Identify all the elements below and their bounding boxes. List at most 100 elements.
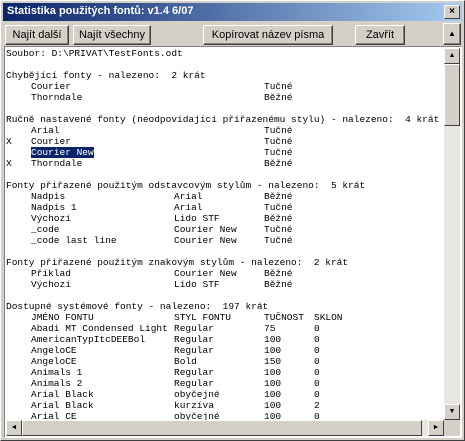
report-cell: Dostupné systémové fonty - nalezeno: 197… xyxy=(6,301,269,312)
report-line[interactable]: AmericanTypItcDEEBol Regular 100 0 xyxy=(6,334,444,345)
report-cell: 100 xyxy=(264,389,282,400)
report-line[interactable]: AngeloCE Regular 100 0 xyxy=(6,345,444,356)
report-line[interactable]: _code Courier New Tučné xyxy=(6,224,444,235)
report-cell: Abadi MT Condensed Light xyxy=(31,323,168,334)
window-close-button[interactable]: × xyxy=(444,5,460,19)
report-line[interactable]: Ručně nastavené fonty (neodpovídající př… xyxy=(6,114,444,125)
report-line[interactable] xyxy=(6,290,444,301)
report-line[interactable]: Fonty přiřazené použitým znakovým stylům… xyxy=(6,257,444,268)
font-statistics-window: Statistika použitých fontů: v1.4 6/07 × … xyxy=(0,0,465,441)
report-content: Soubor: D:\PRIVAT\TestFonts.odt Chybějící… xyxy=(6,48,444,420)
report-cell: X xyxy=(6,158,12,169)
report-cell: Thorndale xyxy=(31,158,83,169)
report-cell: Arial Black xyxy=(31,389,94,400)
report-cell: Fonty přiřazené použitým znakovým stylům… xyxy=(6,257,349,268)
report-line[interactable]: Dostupné systémové fonty - nalezeno: 197… xyxy=(6,301,444,312)
report-cell: Běžné xyxy=(264,213,293,224)
report-cell: Regular xyxy=(174,378,214,389)
report-line[interactable]: Příklad Courier New Běžné xyxy=(6,268,444,279)
horizontal-scroll-thumb[interactable] xyxy=(22,420,422,436)
report-cell: Courier xyxy=(31,136,71,147)
report-cell: Tučné xyxy=(264,224,293,235)
report-line[interactable]: Animals 2 Regular 100 0 xyxy=(6,378,444,389)
report-cell: 100 xyxy=(264,378,282,389)
report-line[interactable]: Chybějící fonty - nalezeno: 2 krát xyxy=(6,70,444,81)
close-button[interactable]: Zavřít xyxy=(355,25,405,45)
report-cell: Animals 1 xyxy=(31,367,83,378)
report-cell: 100 xyxy=(264,411,282,420)
report-cell: 0 xyxy=(314,411,320,420)
horizontal-scrollbar[interactable]: ◄ ► xyxy=(6,420,444,436)
scroll-left-icon[interactable]: ◄ xyxy=(6,420,22,436)
report-cell: Regular xyxy=(174,334,214,345)
report-cell: Soubor: D:\PRIVAT\TestFonts.odt xyxy=(6,48,183,59)
scroll-down-icon[interactable]: ▼ xyxy=(444,404,460,420)
report-line[interactable]: Arial Black kurzíva 100 2 xyxy=(6,400,444,411)
report-cell: JMÉNO FONTU xyxy=(31,312,94,323)
find-all-button[interactable]: Najít všechny xyxy=(73,25,151,45)
report-cell: Animals 2 xyxy=(31,378,83,389)
report-line[interactable]: Thorndale Běžné xyxy=(6,92,444,103)
report-line[interactable]: Courier Tučné xyxy=(6,81,444,92)
report-cell: kurzíva xyxy=(174,400,214,411)
report-line[interactable]: Arial CE obyčejné 100 0 xyxy=(6,411,444,420)
report-cell: Výchozí xyxy=(31,279,71,290)
report-line[interactable]: Arial Tučné xyxy=(6,125,444,136)
report-cell: AngeloCE xyxy=(31,345,77,356)
report-line[interactable]: _code last line Courier New Tučné xyxy=(6,235,444,246)
find-next-button[interactable]: Najít další xyxy=(5,25,69,45)
report-cell: 0 xyxy=(314,323,320,334)
report-cell: 150 xyxy=(264,356,282,367)
report-cell: STYL FONTU xyxy=(174,312,232,323)
report-line[interactable]: Fonty přiřazené použitým odstavcovým sty… xyxy=(6,180,444,191)
copy-font-name-button[interactable]: Kopírovat název písma xyxy=(203,25,333,45)
report-line[interactable]: Výchozí Lido STF Běžné xyxy=(6,279,444,290)
report-line[interactable] xyxy=(6,103,444,114)
report-cell: Arial xyxy=(174,202,203,213)
report-line[interactable]: AngeloCE Bold 150 0 xyxy=(6,356,444,367)
vertical-scroll-thumb[interactable] xyxy=(444,64,460,126)
report-cell: Běžné xyxy=(264,191,293,202)
report-cell: 100 xyxy=(264,345,282,356)
report-cell: Chybějící fonty - nalezeno: 2 krát xyxy=(6,70,206,81)
report-line[interactable]: Výchozí Lido STF Běžné xyxy=(6,213,444,224)
report-cell: Thorndale xyxy=(31,92,83,103)
vertical-scrollbar[interactable]: ▲ ▼ xyxy=(444,48,460,420)
report-line[interactable]: Animals 1 Regular 100 0 xyxy=(6,367,444,378)
scrollbar-corner xyxy=(444,420,460,436)
scroll-right-icon[interactable]: ► xyxy=(428,420,444,436)
report-line[interactable] xyxy=(6,169,444,180)
report-line[interactable]: Arial Black obyčejné 100 0 xyxy=(6,389,444,400)
report-line-selected[interactable]: Courier New Tučné xyxy=(6,147,444,158)
report-cell: TUČNOST xyxy=(264,312,304,323)
report-cell: Tučné xyxy=(264,235,293,246)
report-cell: X xyxy=(6,136,12,147)
report-cell: Běžné xyxy=(264,279,293,290)
report-line[interactable]: Nadpis 1 Arial Tučné xyxy=(6,202,444,213)
report-cell: Tučné xyxy=(264,125,293,136)
report-line[interactable]: JMÉNO FONTU STYL FONTU TUČNOST SKLON xyxy=(6,312,444,323)
title-bar[interactable]: Statistika použitých fontů: v1.4 6/07 × xyxy=(3,3,462,21)
report-cell: Lido STF xyxy=(174,213,220,224)
report-cell: Příklad xyxy=(31,268,71,279)
report-line[interactable] xyxy=(6,246,444,257)
report-line[interactable]: X Courier Tučné xyxy=(6,136,444,147)
report-cell: Lido STF xyxy=(174,279,220,290)
report-cell: Regular xyxy=(174,323,214,334)
report-cell: Bold xyxy=(174,356,197,367)
report-cell: Nadpis 1 xyxy=(31,202,77,213)
report-cell: Arial CE xyxy=(31,411,77,420)
report-line[interactable]: Soubor: D:\PRIVAT\TestFonts.odt xyxy=(6,48,444,59)
report-listbox[interactable]: Soubor: D:\PRIVAT\TestFonts.odt Chybějící… xyxy=(4,46,462,438)
report-cell: Arial xyxy=(31,125,60,136)
window-title: Statistika použitých fontů: v1.4 6/07 xyxy=(7,5,194,17)
report-cell: Courier New xyxy=(174,224,237,235)
scroll-up-icon[interactable]: ▲ xyxy=(444,48,460,64)
report-cell: obyčejné xyxy=(174,411,220,420)
up-arrow-button[interactable]: ▲ xyxy=(443,23,461,45)
report-line[interactable]: Nadpis Arial Běžné xyxy=(6,191,444,202)
report-line[interactable]: X Thorndale Běžné xyxy=(6,158,444,169)
report-line[interactable] xyxy=(6,59,444,70)
report-line[interactable]: Abadi MT Condensed Light Regular 75 0 xyxy=(6,323,444,334)
report-cell: Regular xyxy=(174,367,214,378)
